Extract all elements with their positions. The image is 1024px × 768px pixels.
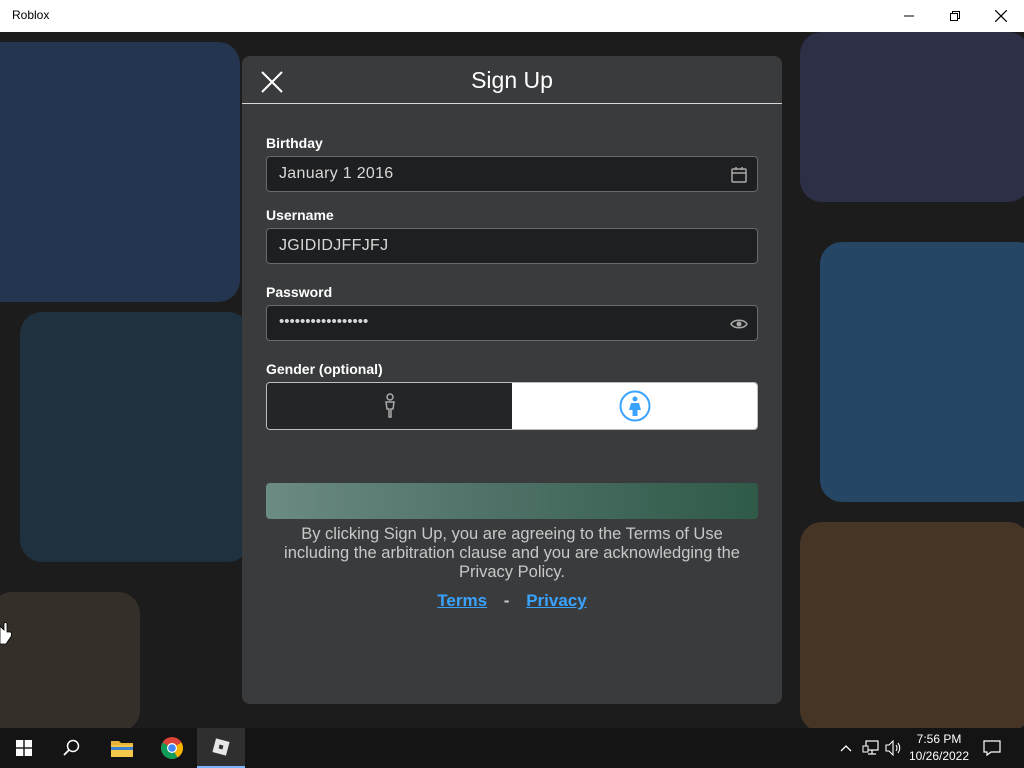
background-tile <box>800 522 1024 728</box>
background-tile <box>0 42 240 302</box>
close-icon <box>995 10 1007 22</box>
windows-taskbar: 7:56 PM 10/26/2022 <box>0 728 1024 768</box>
calendar-icon[interactable] <box>730 166 748 184</box>
windows-icon <box>16 740 32 756</box>
search-icon <box>63 739 80 756</box>
chrome-icon <box>161 737 183 759</box>
show-password-eye-icon[interactable] <box>730 315 748 333</box>
tray-volume[interactable] <box>884 728 904 768</box>
background-tile <box>820 242 1024 502</box>
notification-icon <box>983 740 1001 757</box>
roblox-icon <box>212 738 230 756</box>
privacy-link[interactable]: Privacy <box>526 591 587 610</box>
dialog-header: Sign Up <box>242 56 782 104</box>
tray-network[interactable] <box>860 728 882 768</box>
background-tile <box>800 32 1024 202</box>
taskbar-search-button[interactable] <box>48 728 96 768</box>
password-label: Password <box>266 284 333 300</box>
window-title: Roblox <box>12 8 50 22</box>
chevron-up-icon <box>840 745 852 752</box>
taskbar-roblox[interactable] <box>197 728 245 768</box>
signup-dialog: Sign Up Birthday January 1 2016 Username… <box>242 56 782 704</box>
taskbar-file-explorer[interactable] <box>98 728 146 768</box>
network-icon <box>862 740 879 755</box>
tray-overflow-button[interactable] <box>837 728 855 768</box>
username-value: JGIDIDJFFJFJ <box>279 237 389 254</box>
female-icon <box>619 390 650 422</box>
background-tile <box>20 312 250 562</box>
signup-submit-button[interactable] <box>266 483 758 519</box>
background-tile <box>0 592 140 728</box>
minimize-button[interactable] <box>886 0 932 32</box>
gender-female-button[interactable] <box>512 383 757 429</box>
clock-time: 7:56 PM <box>916 732 962 746</box>
birthday-label: Birthday <box>266 135 323 151</box>
minimize-icon <box>904 15 914 17</box>
taskbar-clock[interactable]: 7:56 PM 10/26/2022 <box>903 731 975 765</box>
terms-link[interactable]: Terms <box>437 591 487 610</box>
username-field[interactable]: JGIDIDJFFJFJ <box>266 228 758 264</box>
legal-links: Terms - Privacy <box>242 591 782 611</box>
clock-date: 10/26/2022 <box>908 749 970 763</box>
window-titlebar: Roblox <box>0 0 1024 32</box>
birthday-value: January 1 2016 <box>279 165 394 182</box>
birthday-field[interactable]: January 1 2016 <box>266 156 758 192</box>
close-window-button[interactable] <box>978 0 1024 32</box>
username-label: Username <box>266 207 334 223</box>
action-center-button[interactable] <box>980 728 1004 768</box>
password-value: ••••••••••••••••• <box>279 313 369 330</box>
gender-label: Gender (optional) <box>266 361 383 377</box>
mouse-cursor <box>0 622 12 645</box>
restore-icon <box>950 11 960 21</box>
restore-button[interactable] <box>932 0 978 32</box>
speaker-icon <box>885 740 901 756</box>
password-field[interactable]: ••••••••••••••••• <box>266 305 758 341</box>
start-button[interactable] <box>0 728 48 768</box>
dialog-title: Sign Up <box>471 67 553 93</box>
male-icon <box>384 393 395 418</box>
legal-disclaimer: By clicking Sign Up, you are agreeing to… <box>284 525 740 581</box>
folder-icon <box>111 741 133 757</box>
taskbar-chrome[interactable] <box>148 728 196 768</box>
gender-selector <box>266 382 758 430</box>
gender-male-button[interactable] <box>267 383 512 429</box>
link-separator: - <box>503 591 510 610</box>
